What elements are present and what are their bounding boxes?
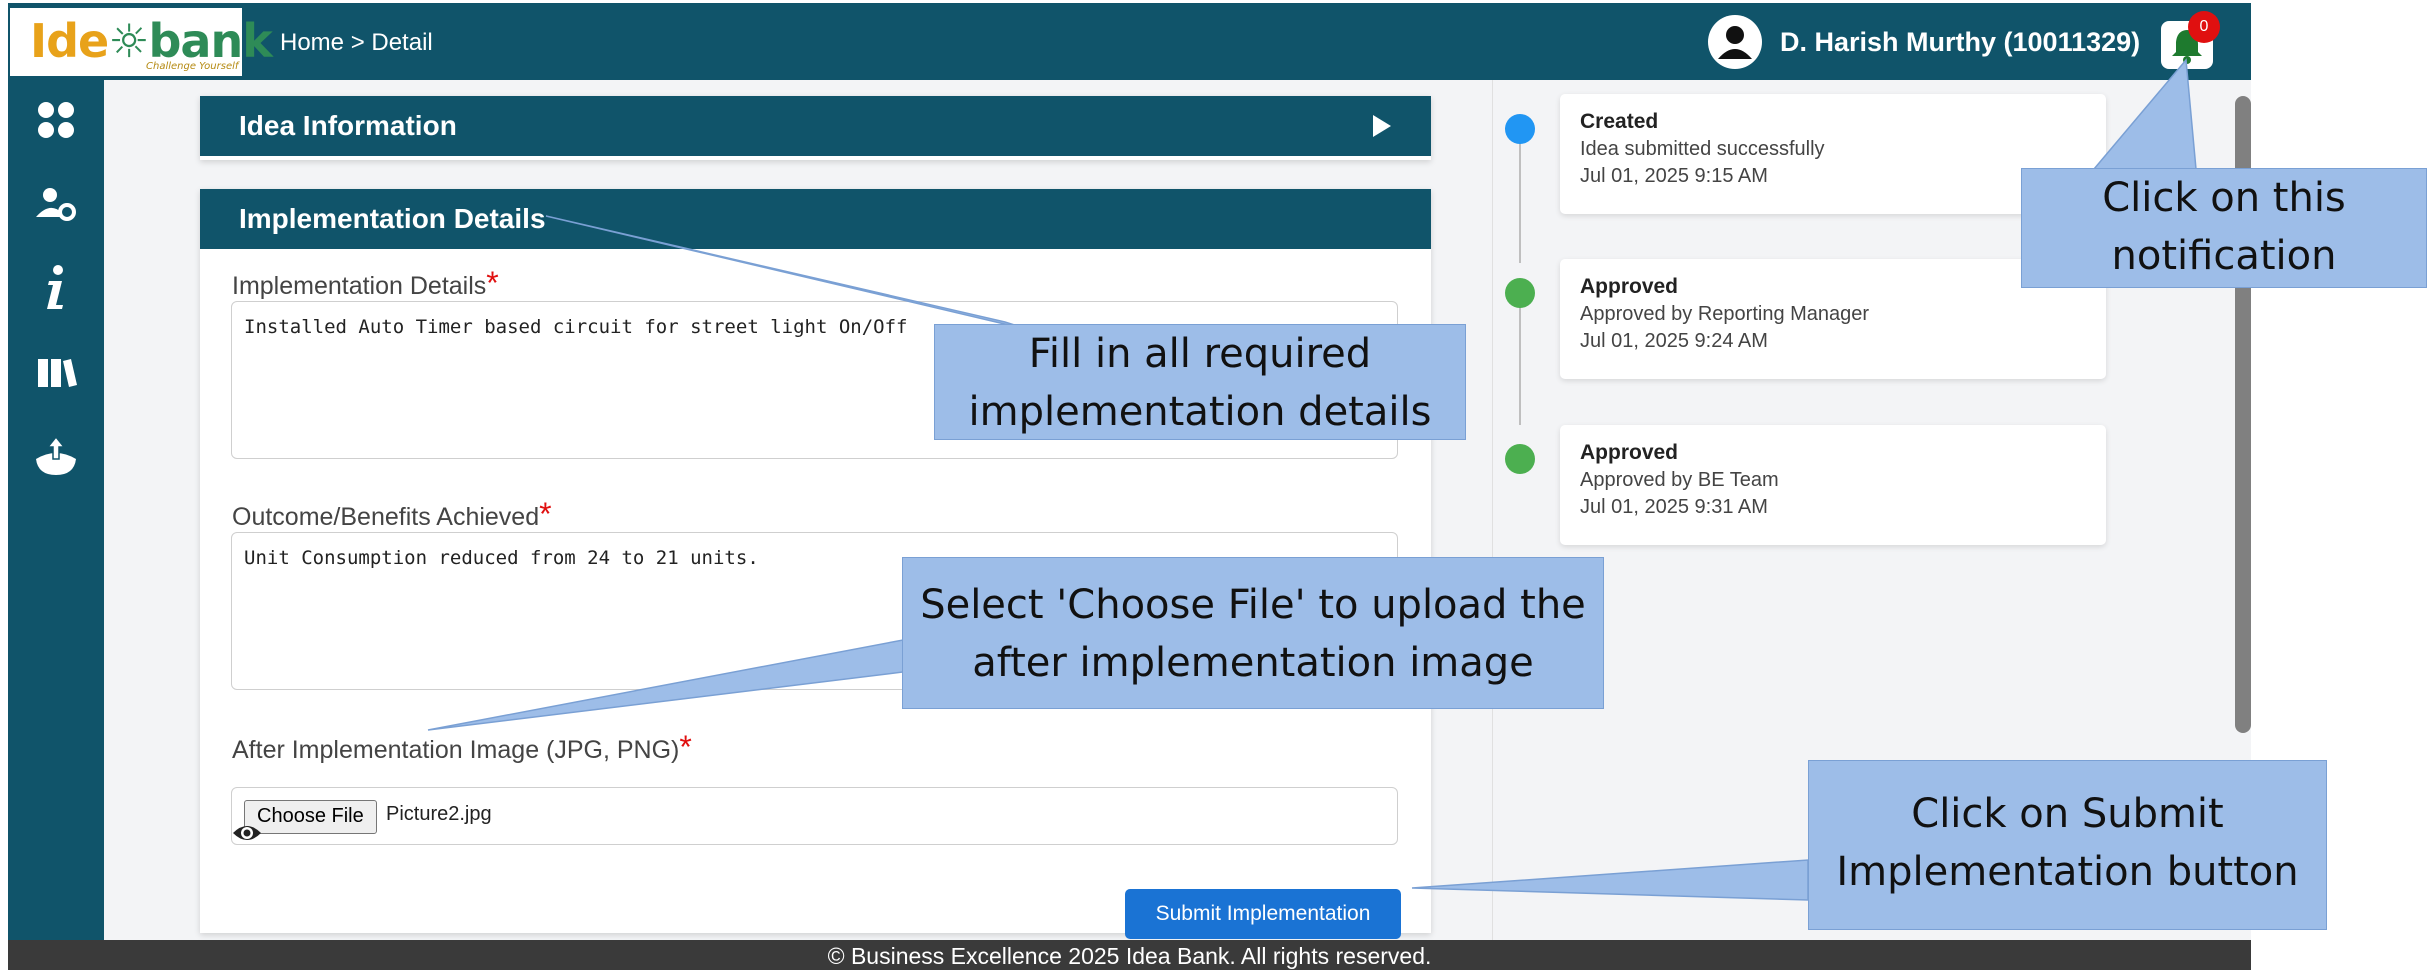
implementation-details-label: Implementation Details* xyxy=(232,265,499,301)
implementation-details-header: Implementation Details xyxy=(200,189,1431,249)
logo-wordmark: Ide☼bank xyxy=(30,14,273,68)
top-bar: Ide☼bank Challenge Yourself Home > Detai… xyxy=(8,3,2251,80)
timeline-date: Jul 01, 2025 9:15 AM xyxy=(1580,165,1768,187)
timeline-date: Jul 01, 2025 9:31 AM xyxy=(1580,496,1768,518)
timeline-description: Approved by Reporting Manager xyxy=(1580,303,1870,325)
selected-file-name: Picture2.jpg xyxy=(386,803,492,825)
dashboard-grid-icon[interactable] xyxy=(30,94,82,146)
implementation-details-title: Implementation Details xyxy=(239,203,546,234)
timeline-date: Jul 01, 2025 9:24 AM xyxy=(1580,330,1768,352)
notification-count-badge[interactable]: 0 xyxy=(2188,11,2220,43)
logo-bulb-icon: ☼ xyxy=(108,14,149,68)
breadcrumb: Home > Detail xyxy=(280,29,433,56)
timeline-description: Idea submitted successfully xyxy=(1580,138,1825,160)
upload-icon[interactable] xyxy=(30,429,82,481)
timeline-status: Approved xyxy=(1580,275,1679,298)
timeline-status: Approved xyxy=(1580,441,1679,464)
required-mark: * xyxy=(486,265,499,301)
user-name[interactable]: D. Harish Murthy (10011329) xyxy=(1780,27,2140,58)
submit-implementation-button[interactable]: Submit Implementation xyxy=(1125,889,1401,939)
choose-file-button[interactable]: Choose File xyxy=(244,800,377,834)
info-icon[interactable] xyxy=(30,261,82,313)
after-image-file-input[interactable]: Choose File Picture2.jpg xyxy=(231,787,1398,845)
callout-choose-file: Select 'Choose File' to upload the after … xyxy=(902,557,1604,709)
logo-text-ide: Ide xyxy=(30,14,109,68)
footer: © Business Excellence 2025 Idea Bank. Al… xyxy=(8,940,2251,970)
sidebar xyxy=(8,80,104,940)
library-icon[interactable] xyxy=(30,347,82,399)
timeline-dot-approved-rm xyxy=(1505,278,1535,308)
eye-preview-icon[interactable] xyxy=(232,822,262,844)
timeline-status: Created xyxy=(1580,110,1659,133)
callout-notification: Click on this notification xyxy=(2021,168,2427,288)
idea-information-title: Idea Information xyxy=(239,110,457,141)
timeline-dot-created xyxy=(1505,114,1535,144)
outcome-benefits-label: Outcome/Benefits Achieved* xyxy=(232,496,552,532)
required-mark: * xyxy=(679,729,692,765)
required-mark: * xyxy=(539,496,552,532)
timeline-dot-approved-be xyxy=(1505,444,1535,474)
expand-arrow-icon[interactable] xyxy=(1371,113,1393,139)
user-avatar-icon[interactable] xyxy=(1708,15,1762,69)
callout-fill-details: Fill in all required implementation detai… xyxy=(934,324,1466,440)
idea-information-panel[interactable]: Idea Information xyxy=(200,96,1431,160)
idea-information-header[interactable]: Idea Information xyxy=(200,96,1431,156)
logo-text-bank: bank xyxy=(148,14,273,68)
after-image-label: After Implementation Image (JPG, PNG)* xyxy=(232,729,692,765)
timeline-connector xyxy=(1519,131,1521,263)
logo[interactable]: Ide☼bank Challenge Yourself xyxy=(10,8,273,76)
user-settings-icon[interactable] xyxy=(30,179,82,231)
logo-tagline: Challenge Yourself xyxy=(146,61,239,72)
timeline-item-approved-be: Approved Approved by BE Team Jul 01, 202… xyxy=(1560,425,2106,545)
timeline-connector xyxy=(1519,295,1521,425)
timeline-description: Approved by BE Team xyxy=(1580,469,1779,491)
callout-submit: Click on Submit Implementation button xyxy=(1808,760,2327,930)
